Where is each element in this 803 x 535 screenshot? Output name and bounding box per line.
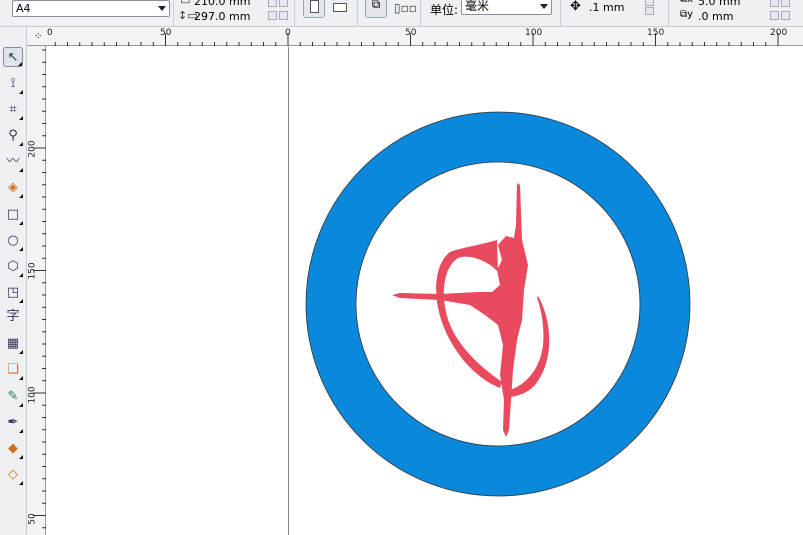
dup-y-spin-up[interactable] xyxy=(781,11,790,20)
rectangle-tool-icon: □ xyxy=(6,207,20,222)
units-label: 单位: xyxy=(430,3,459,17)
paper-size-select[interactable]: A4 xyxy=(12,0,170,17)
dup-x-field[interactable]: 5.0 mm xyxy=(698,0,740,8)
dup-x-icon: ⧉x xyxy=(680,0,693,5)
shape-tool-icon: ⟟ xyxy=(10,76,16,91)
eyedropper-icon: ✎ xyxy=(7,389,19,404)
page-height-field[interactable]: 297.0 mm xyxy=(194,10,250,23)
ruler-label: 200 xyxy=(770,28,788,38)
fill-tool-icon: ◆ xyxy=(8,441,18,456)
crop-tool-icon: ⌗ xyxy=(9,102,17,117)
ruler-label: 50 xyxy=(405,28,417,38)
ruler-label: 50 xyxy=(160,28,172,38)
dancer-shape xyxy=(392,183,528,437)
portrait-icon xyxy=(309,0,319,13)
smart-fill-button[interactable]: ◈ xyxy=(3,178,23,198)
ruler-label: 100 xyxy=(525,28,543,38)
ruler-label: 100 xyxy=(27,386,38,404)
interactive-fill-icon: ◇ xyxy=(8,467,18,482)
polygon-tool-icon: ⬡ xyxy=(7,259,19,274)
basic-shapes-icon: ◳ xyxy=(6,285,20,300)
nudge-icon: ✥ xyxy=(570,0,581,14)
zoom-tool-button[interactable]: ⚲ xyxy=(3,126,23,146)
ruler-label: 150 xyxy=(647,28,665,38)
chevron-down-icon xyxy=(158,6,166,11)
freehand-tool-icon: 〰 xyxy=(6,154,20,169)
outline-pen-button[interactable]: ✒ xyxy=(3,413,23,433)
pages-icon: ⧉ xyxy=(371,0,381,11)
landscape-button[interactable] xyxy=(333,3,347,12)
basic-shapes-button[interactable]: ◳ xyxy=(3,283,23,303)
pick-tool-button[interactable]: ↖ xyxy=(3,47,23,67)
nudge-spin-down[interactable] xyxy=(645,7,654,15)
dancer-figure[interactable] xyxy=(392,183,550,437)
zoom-tool-icon: ⚲ xyxy=(8,128,18,143)
smart-fill-icon: ◈ xyxy=(8,180,18,195)
dup-y-icon: ⧉y xyxy=(680,9,694,20)
height-spin-up[interactable] xyxy=(279,11,288,20)
drawing-canvas[interactable] xyxy=(47,47,803,535)
property-bar: A4 ▭ 210.0 mm ↕▭ 297.0 mm ⧉ ▯▫▫ 单位: 毫米 ✥… xyxy=(0,0,803,27)
height-spin-down[interactable] xyxy=(268,11,277,20)
polygon-tool-button[interactable]: ⬡ xyxy=(3,257,23,277)
eyedropper-button[interactable]: ✎ xyxy=(3,387,23,407)
nudge-spin-up[interactable] xyxy=(645,0,654,6)
ruler-label: 50 xyxy=(27,513,38,525)
current-page-button[interactable]: ▯▫▫ xyxy=(394,1,417,15)
shape-tool-button[interactable]: ⟟ xyxy=(3,74,23,94)
logo-artwork[interactable] xyxy=(47,47,803,535)
interactive-fill-button[interactable]: ◇ xyxy=(3,465,23,485)
ellipse-tool-icon: ○ xyxy=(7,233,19,248)
pick-tool-icon: ↖ xyxy=(7,50,19,65)
dup-y-spin[interactable] xyxy=(770,11,779,20)
ruler-label: 150 xyxy=(27,262,38,280)
text-tool-icon: 字 xyxy=(6,309,20,324)
chevron-down-icon xyxy=(540,4,548,9)
ruler-label: 0 xyxy=(285,28,291,38)
all-pages-button[interactable]: ⧉ xyxy=(365,0,387,18)
units-select[interactable]: 毫米 xyxy=(461,0,552,15)
nudge-field[interactable]: .1 mm xyxy=(589,1,624,14)
ruler-label: 0 xyxy=(47,28,53,38)
toolbox: ↖ ⟟ ⌗ ⚲ 〰 ◈ □ ○ ⬡ ◳ 字 ▦ ❏ ✎ ✒ ◆ ◇ xyxy=(0,27,27,535)
ellipse-tool-button[interactable]: ○ xyxy=(3,231,23,251)
vertical-ruler[interactable]: 200 150 100 50 xyxy=(27,46,46,535)
interactive-tools-button[interactable]: ❏ xyxy=(3,360,23,380)
table-tool-button[interactable]: ▦ xyxy=(3,334,23,354)
outline-pen-icon: ✒ xyxy=(7,415,19,430)
width-spin-down[interactable] xyxy=(268,0,277,7)
page-width-field[interactable]: 210.0 mm xyxy=(194,0,250,8)
horizontal-ruler[interactable]: ⁘ 0 50 0 50 100 150 200 xyxy=(27,27,803,46)
width-icon: ▭ xyxy=(180,0,191,7)
crop-tool-button[interactable]: ⌗ xyxy=(3,100,23,120)
dup-x-spin[interactable] xyxy=(770,0,779,7)
fill-tool-button[interactable]: ◆ xyxy=(3,439,23,459)
dup-x-spin-up[interactable] xyxy=(781,0,790,7)
interactive-tools-icon: ❏ xyxy=(7,362,19,377)
table-tool-icon: ▦ xyxy=(6,336,20,351)
rectangle-tool-button[interactable]: □ xyxy=(3,205,23,225)
width-spin-up[interactable] xyxy=(279,0,288,7)
text-tool-button[interactable]: 字 xyxy=(3,307,23,327)
dup-y-field[interactable]: .0 mm xyxy=(698,10,733,23)
portrait-button[interactable] xyxy=(303,0,325,18)
paper-size-value: A4 xyxy=(16,2,31,15)
ruler-label: 200 xyxy=(27,140,38,158)
freehand-tool-button[interactable]: 〰 xyxy=(3,152,23,172)
units-value: 毫米 xyxy=(465,0,490,13)
